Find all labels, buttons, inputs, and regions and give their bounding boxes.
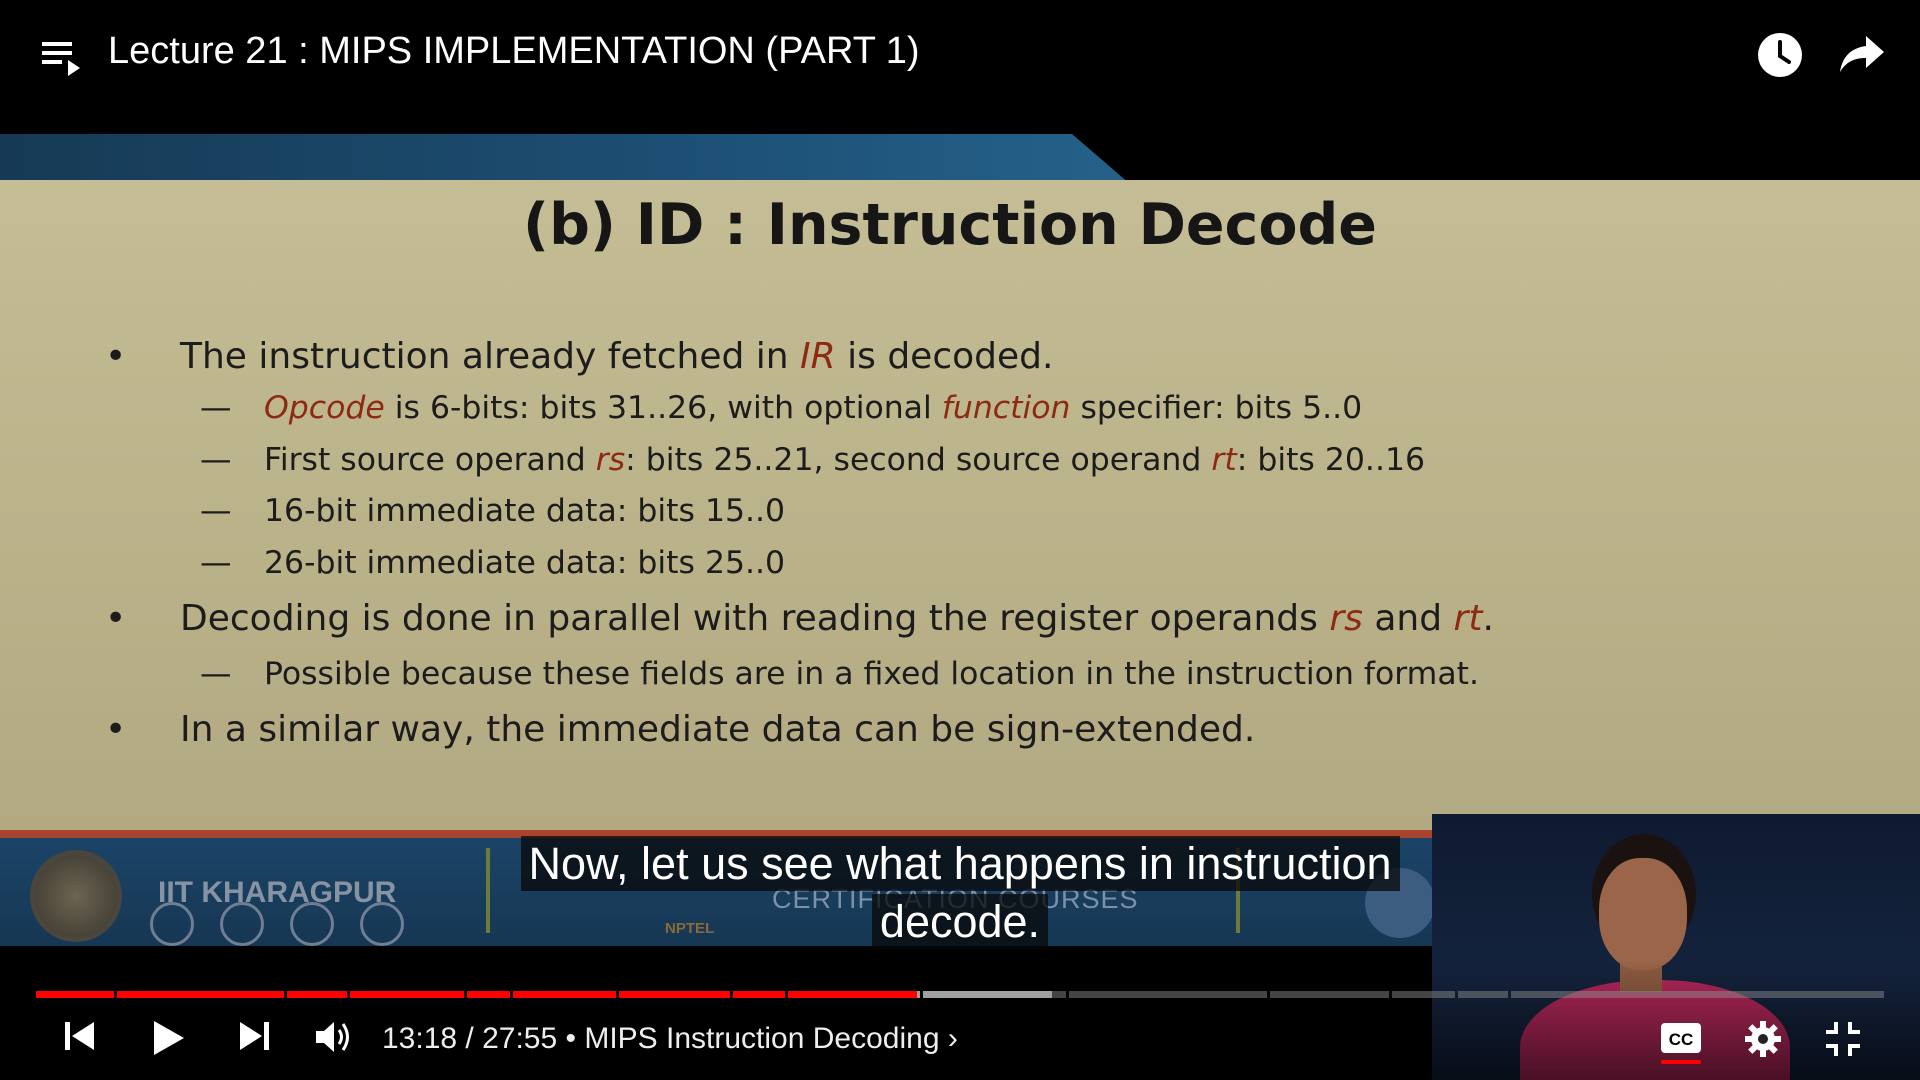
progress-segment[interactable] xyxy=(788,991,918,998)
time-label: 13:18 / 27:55 xyxy=(382,1022,558,1055)
chapter-chevron-icon[interactable]: › xyxy=(948,1022,958,1055)
ghost-control xyxy=(220,902,264,946)
progress-segment[interactable] xyxy=(1270,991,1389,998)
slide-bullets: • The instruction already fetched in IR … xyxy=(105,336,1494,750)
footer-nptel: NPTEL xyxy=(665,920,715,937)
skip-previous-icon[interactable] xyxy=(62,1018,98,1054)
ghost-control xyxy=(150,902,194,946)
presenter-face xyxy=(1599,858,1687,970)
footer-certification: CERTIFICATION COURSES xyxy=(772,884,1139,914)
progress-segment[interactable] xyxy=(1052,991,1066,998)
player-top-bar: Lecture 21 : MIPS IMPLEMENTATION (PART 1… xyxy=(0,0,1920,110)
progress-segment[interactable] xyxy=(117,991,284,998)
iit-logo xyxy=(30,850,122,942)
clock-icon[interactable] xyxy=(1757,32,1803,78)
progress-bar[interactable] xyxy=(36,991,1884,998)
cc-active-indicator xyxy=(1661,1060,1701,1064)
chapter-title[interactable]: • MIPS Instruction Decoding xyxy=(566,1022,940,1055)
playlist-icon[interactable] xyxy=(40,38,84,78)
footer-divider xyxy=(1236,848,1240,933)
progress-segment[interactable] xyxy=(350,991,464,998)
share-arrow-icon[interactable] xyxy=(1838,32,1886,76)
ghost-control xyxy=(290,902,334,946)
progress-segment[interactable] xyxy=(733,991,785,998)
play-icon[interactable] xyxy=(148,1018,188,1058)
progress-segment[interactable] xyxy=(619,991,730,998)
progress-segment[interactable] xyxy=(287,991,347,998)
ghost-control xyxy=(360,902,404,946)
footer-emblem xyxy=(1365,868,1435,938)
cc-icon[interactable]: CC xyxy=(1660,1022,1702,1054)
progress-segment[interactable] xyxy=(923,991,1053,998)
progress-segment[interactable] xyxy=(467,991,510,998)
volume-icon[interactable] xyxy=(314,1018,354,1056)
svg-text:CC: CC xyxy=(1669,1030,1694,1049)
time-display: 13:18 / 27:55 • MIPS Instruction Decodin… xyxy=(382,1022,958,1056)
progress-segment[interactable] xyxy=(1511,991,1884,998)
skip-next-icon[interactable] xyxy=(236,1018,272,1054)
progress-segment[interactable] xyxy=(1458,991,1508,998)
progress-segment[interactable] xyxy=(917,991,920,998)
video-title[interactable]: Lecture 21 : MIPS IMPLEMENTATION (PART 1… xyxy=(108,30,920,73)
progress-segment[interactable] xyxy=(1392,991,1455,998)
progress-segment[interactable] xyxy=(36,991,114,998)
exit-fullscreen-icon[interactable] xyxy=(1824,1020,1862,1058)
progress-segment[interactable] xyxy=(1069,991,1267,998)
footer-divider xyxy=(486,848,490,933)
footer-institute: IIT KHARAGPUR xyxy=(158,876,397,909)
progress-segment[interactable] xyxy=(513,991,616,998)
controls-gradient xyxy=(0,960,1920,1080)
gear-icon[interactable] xyxy=(1744,1020,1782,1058)
